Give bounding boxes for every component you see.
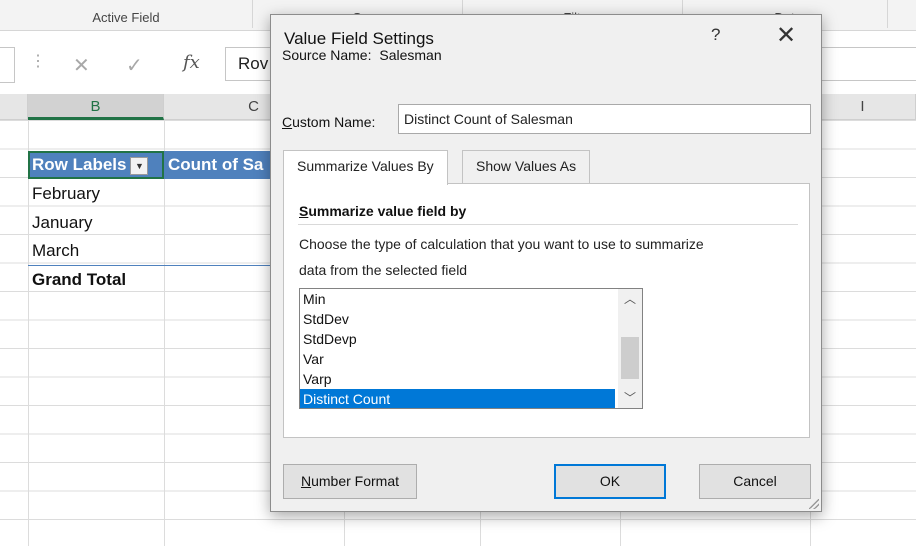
source-name-row: Source Name: Salesman xyxy=(282,47,442,63)
ok-button[interactable]: OK xyxy=(554,464,666,499)
more-dots-icon: ⋮ xyxy=(30,53,46,70)
select-all-corner[interactable] xyxy=(0,94,28,120)
selected-cell-outline xyxy=(28,151,164,179)
cancel-button[interactable]: Cancel xyxy=(699,464,811,499)
column-header-i[interactable]: I xyxy=(810,94,916,120)
close-icon[interactable]: ✕ xyxy=(776,21,796,50)
resize-grip-icon[interactable] xyxy=(809,499,819,509)
check-icon[interactable]: ✓ xyxy=(126,53,143,78)
list-item[interactable]: Min xyxy=(300,289,615,309)
source-name-label: Source Name: xyxy=(282,47,372,63)
list-scrollbar[interactable]: ︿ ﹀ xyxy=(618,289,642,408)
description-line-1: Choose the type of calculation that you … xyxy=(299,236,704,252)
pivot-row-january[interactable]: January xyxy=(28,209,164,237)
pivot-grand-total[interactable]: Grand Total xyxy=(28,265,270,293)
list-item[interactable]: Var xyxy=(300,349,615,369)
description-line-2: data from the selected field xyxy=(299,262,468,278)
tab-show-values-as[interactable]: Show Values As xyxy=(462,150,591,183)
custom-name-input[interactable]: Distinct Count of Salesman xyxy=(398,104,811,134)
cancel-entry-icon[interactable]: ✕ xyxy=(73,53,90,78)
pivot-row-march[interactable]: March xyxy=(28,237,164,265)
pivot-row-february[interactable]: February xyxy=(28,180,164,208)
value-field-settings-dialog: Value Field Settings ? ✕ Source Name: Sa… xyxy=(270,14,822,512)
pivot-value-header[interactable]: Count of Sa xyxy=(164,151,270,179)
scroll-up-icon[interactable]: ︿ xyxy=(618,289,642,309)
source-name-value: Salesman xyxy=(379,47,442,63)
tab-summarize-values-by[interactable]: Summarize Values By xyxy=(283,150,448,185)
custom-name-label: Custom Name: xyxy=(282,114,376,130)
column-header-b[interactable]: B xyxy=(28,94,164,120)
summarize-section-title: Summarize value field by xyxy=(299,203,467,219)
list-item-selected[interactable]: Distinct Count xyxy=(300,389,615,408)
name-box[interactable] xyxy=(0,47,15,83)
list-item[interactable]: StdDev xyxy=(300,309,615,329)
list-item[interactable]: Varp xyxy=(300,369,615,389)
grid-line xyxy=(164,120,165,546)
scroll-thumb[interactable] xyxy=(621,337,639,379)
calculation-listbox[interactable]: Min StdDev StdDevp Var Varp Distinct Cou… xyxy=(299,288,643,409)
insert-function-icon[interactable]: fx xyxy=(183,52,200,73)
number-format-button[interactable]: Number Format xyxy=(283,464,417,499)
list-item[interactable]: StdDevp xyxy=(300,329,615,349)
help-icon[interactable]: ? xyxy=(711,25,720,45)
scroll-down-icon[interactable]: ﹀ xyxy=(618,388,642,408)
ribbon-group-active-field[interactable]: Active Field xyxy=(0,0,253,28)
dialog-title: Value Field Settings xyxy=(284,29,434,48)
section-divider xyxy=(298,224,798,225)
summarize-panel: Summarize value field by Choose the type… xyxy=(283,183,810,438)
